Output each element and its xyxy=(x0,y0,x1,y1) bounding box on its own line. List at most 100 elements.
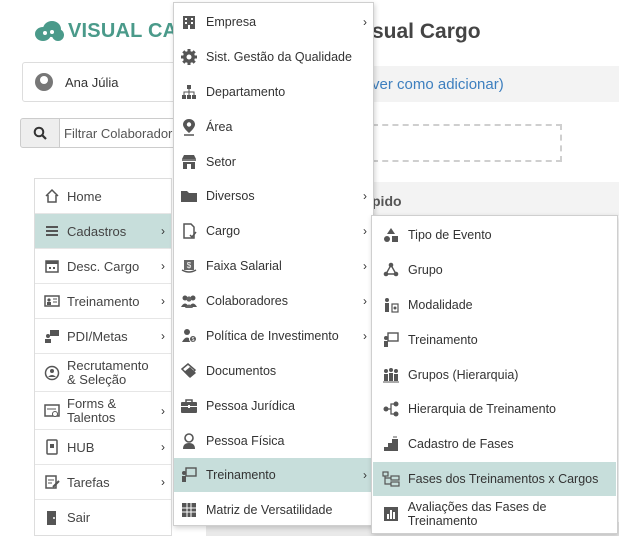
folder-icon xyxy=(179,186,199,206)
user-search-icon xyxy=(43,364,61,382)
sidebar-item-label: Home xyxy=(67,188,102,204)
collaborator-search xyxy=(20,118,180,148)
sidebar-item-label: Talentos xyxy=(67,409,116,425)
chevron-right-icon: › xyxy=(363,294,367,308)
menu-item-label: Matriz de Versatilidade xyxy=(206,503,333,517)
presentation-icon xyxy=(179,465,199,485)
sidebar-item-label: Sair xyxy=(67,510,91,525)
hierarchy-icon xyxy=(381,399,401,419)
sidebar-item-recrutamento[interactable]: Recrutamento & Seleção xyxy=(35,354,171,392)
menu-item-area[interactable]: Área xyxy=(174,110,373,144)
menu-item-faixa-salarial[interactable]: $ Faixa Salarial › xyxy=(174,249,373,283)
chevron-right-icon: › xyxy=(363,329,367,343)
menu-item-matriz-versatilidade[interactable]: Matriz de Versatilidade xyxy=(174,493,373,527)
menu-item-treinamento[interactable]: Treinamento › xyxy=(174,458,373,492)
chevron-right-icon: › xyxy=(161,440,165,454)
sidebar-item-label: & Seleção xyxy=(67,371,127,387)
menu-item-colaboradores[interactable]: Colaboradores › xyxy=(174,284,373,318)
sidebar-item-label: HUB xyxy=(67,439,95,455)
sidebar-item-treinamento[interactable]: Treinamento › xyxy=(35,284,171,319)
submenu-item-label: Cadastro de Fases xyxy=(408,437,514,451)
group-icon xyxy=(381,260,401,280)
menu-item-label: Setor xyxy=(206,155,236,169)
submenu-item-grupos-hierarquia[interactable]: Grupos (Hierarquia) xyxy=(373,358,616,392)
submenu-item-cadastro-fases[interactable]: Cadastro de Fases xyxy=(373,427,616,461)
phases-icon xyxy=(381,469,401,489)
drop-zone[interactable] xyxy=(372,124,562,162)
search-input[interactable] xyxy=(60,118,180,148)
menu-item-diversos[interactable]: Diversos › xyxy=(174,179,373,213)
page-title: sual Cargo xyxy=(372,20,481,43)
menu-item-pessoa-fisica[interactable]: Pessoa Física xyxy=(174,424,373,458)
section-title: pido xyxy=(372,193,402,209)
sidebar-item-tarefas[interactable]: Tarefas › xyxy=(35,465,171,500)
sidebar-item-label: Forms & xyxy=(67,395,117,411)
map-pin-icon xyxy=(179,117,199,137)
briefcase-icon xyxy=(179,396,199,416)
submenu-item-label: Grupos (Hierarquia) xyxy=(408,368,519,382)
menu-item-label: Empresa xyxy=(206,15,257,29)
chevron-right-icon: › xyxy=(161,224,165,238)
chevron-right-icon: › xyxy=(161,329,165,343)
sidebar-item-label: Tarefas xyxy=(67,474,110,490)
menu-item-departamento[interactable]: Departamento xyxy=(174,75,373,109)
submenu-item-label: Modalidade xyxy=(408,298,473,312)
money-icon: $ xyxy=(179,256,199,276)
submenu-item-avaliacoes-fases[interactable]: Avaliações das Fases de Treinamento xyxy=(373,497,616,531)
chevron-right-icon: › xyxy=(161,403,165,418)
org-chart-icon xyxy=(179,82,199,102)
menu-item-label: Cargo xyxy=(206,224,241,238)
list-icon xyxy=(43,222,61,240)
submenu-item-fases-treinamentos-cargos[interactable]: Fases dos Treinamentos x Cargos xyxy=(373,462,616,496)
search-button[interactable] xyxy=(20,118,60,148)
menu-item-label: Treinamento xyxy=(206,468,276,482)
shapes-icon xyxy=(381,225,401,245)
sidebar-item-hub[interactable]: HUB › xyxy=(35,430,171,465)
people-icon xyxy=(179,291,199,311)
cloud-logo-icon xyxy=(35,21,64,41)
cadastros-menu: Empresa › Sist. Gestão da Qualidade Depa… xyxy=(173,2,374,526)
sidebar-item-home[interactable]: Home xyxy=(35,179,171,214)
submenu-item-treinamento[interactable]: Treinamento xyxy=(373,323,616,357)
menu-item-documentos[interactable]: Documentos xyxy=(174,354,373,388)
section-band xyxy=(372,182,619,216)
sidebar-item-pdi-metas[interactable]: PDI/Metas › xyxy=(35,319,171,354)
submenu-item-tipo-evento[interactable]: Tipo de Evento xyxy=(373,218,616,252)
sidebar-item-label: Cadastros xyxy=(67,223,127,239)
presentation-icon xyxy=(381,330,401,350)
menu-item-sgq[interactable]: Sist. Gestão da Qualidade xyxy=(174,40,373,74)
svg-text:$: $ xyxy=(192,337,195,343)
search-icon xyxy=(33,126,47,140)
sidebar-item-sair[interactable]: Sair xyxy=(35,500,171,535)
sidebar-item-label: Treinamento xyxy=(67,293,140,309)
document-icon xyxy=(179,221,199,241)
submenu-item-hierarquia-treinamento[interactable]: Hierarquia de Treinamento xyxy=(373,392,616,426)
sidebar-item-forms-talentos[interactable]: Forms & Talentos › xyxy=(35,392,171,430)
modality-icon xyxy=(381,295,401,315)
help-link[interactable]: ver como adicionar) xyxy=(372,76,504,93)
gear-icon xyxy=(179,47,199,67)
submenu-item-grupo[interactable]: Grupo xyxy=(373,253,616,287)
tasks-icon xyxy=(43,473,61,491)
menu-item-setor[interactable]: Setor xyxy=(174,145,373,179)
menu-item-label: Sist. Gestão da Qualidade xyxy=(206,50,352,64)
menu-item-label: Departamento xyxy=(206,85,286,99)
sidebar-item-label: Recrutamento xyxy=(67,357,149,373)
menu-item-cargo[interactable]: Cargo › xyxy=(174,214,373,248)
calendar-icon xyxy=(43,257,61,275)
menu-item-politica-investimento[interactable]: $ Política de Investimento › xyxy=(174,319,373,353)
avatar xyxy=(35,73,53,91)
chevron-right-icon: › xyxy=(363,224,367,238)
submenu-item-modalidade[interactable]: Modalidade xyxy=(373,288,616,322)
sidebar-item-desc-cargo[interactable]: Desc. Cargo › xyxy=(35,249,171,284)
sidebar-item-label: Desc. Cargo xyxy=(67,258,140,274)
menu-item-empresa[interactable]: Empresa › xyxy=(174,5,373,39)
user-menu[interactable]: Ana Júlia xyxy=(22,62,192,102)
submenu-item-label: Avaliações das Fases de Treinamento xyxy=(407,500,547,528)
submenu-item-label: Fases dos Treinamentos x Cargos xyxy=(408,472,599,486)
form-icon xyxy=(43,402,61,420)
sidebar-item-cadastros[interactable]: Cadastros › xyxy=(35,214,171,249)
presentation-icon xyxy=(43,292,61,310)
investor-icon: $ xyxy=(179,326,199,346)
menu-item-pessoa-juridica[interactable]: Pessoa Jurídica xyxy=(174,389,373,423)
